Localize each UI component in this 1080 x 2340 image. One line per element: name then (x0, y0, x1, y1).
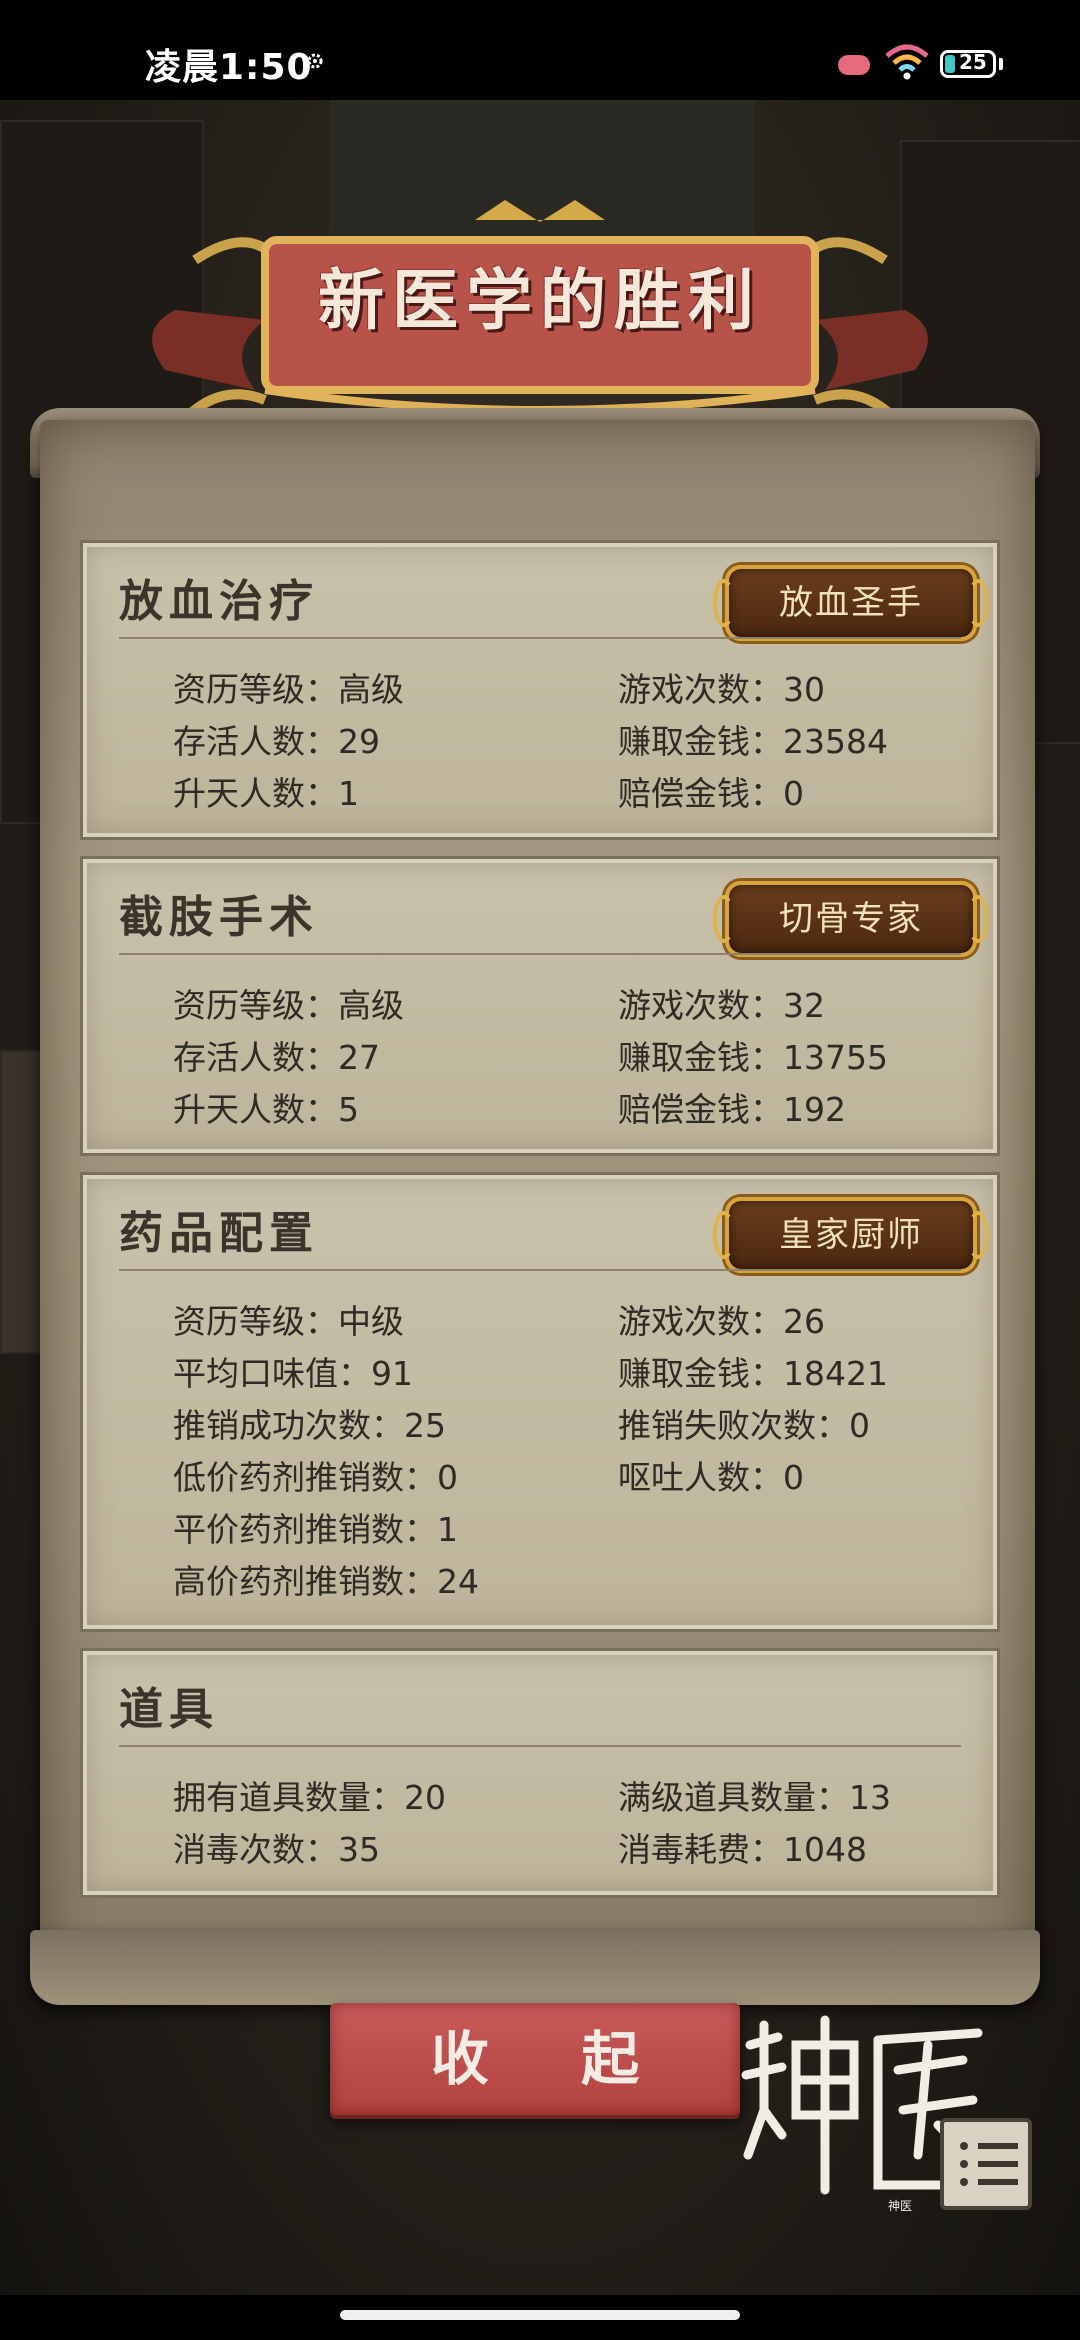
stat-item: 赚取金钱：18421 (618, 1354, 888, 1393)
menu-list-button[interactable] (940, 2118, 1032, 2210)
battery-icon: 25 (940, 50, 996, 78)
stat-item: 升天人数：5 (173, 1090, 359, 1129)
notification-pill-icon (838, 55, 870, 75)
section-title: 道具 (119, 1684, 219, 1735)
stat-item: 呕吐人数：0 (618, 1458, 804, 1497)
title-badge: 放血圣手 (713, 565, 989, 641)
status-bar: 凌晨1:50 25 (0, 0, 1080, 100)
wifi-icon (885, 44, 929, 80)
badge-label: 放血圣手 (779, 583, 923, 623)
divider (119, 637, 961, 639)
stat-item: 平价药剂推销数：1 (173, 1510, 458, 1549)
divider (119, 953, 961, 955)
stat-item: 平均口味值：91 (173, 1354, 413, 1393)
badge-label: 皇家厨师 (779, 1215, 923, 1255)
section-medicine: 药品配置 皇家厨师 资历等级：中级 平均口味值：91 推销成功次数：25 低价药… (80, 1172, 1000, 1632)
section-title: 截肢手术 (119, 892, 319, 943)
collapse-button-label: 收 起 (430, 2025, 676, 2093)
stat-item: 赔偿金钱：192 (618, 1090, 846, 1129)
badge-label: 切骨专家 (779, 899, 923, 939)
stat-item: 资历等级：高级 (173, 986, 404, 1025)
title-badge: 皇家厨师 (713, 1197, 989, 1273)
stat-item: 游戏次数：26 (618, 1302, 825, 1341)
stat-item: 游戏次数：30 (618, 670, 825, 709)
stat-item: 存活人数：27 (173, 1038, 380, 1077)
status-time: 凌晨1:50 (145, 47, 313, 88)
stat-item: 升天人数：1 (173, 774, 359, 813)
stat-item: 推销成功次数：25 (173, 1406, 446, 1445)
svg-text:神医: 神医 (888, 2199, 912, 2213)
stat-item: 低价药剂推销数：0 (173, 1458, 458, 1497)
divider (119, 1745, 961, 1747)
game-screen: 凌晨1:50 25 新医学的胜利 放血治疗 放血圣手 资历等级：高级 存活人数：… (0, 0, 1080, 2340)
stat-item: 存活人数：29 (173, 722, 380, 761)
section-amputation: 截肢手术 切骨专家 资历等级：高级 存活人数：27 升天人数：5 游戏次数：32… (80, 856, 1000, 1156)
stat-item: 推销失败次数：0 (618, 1406, 870, 1445)
battery-level: 25 (959, 50, 987, 74)
settings-gear-icon (307, 53, 323, 69)
title-badge: 切骨专家 (713, 881, 989, 957)
section-title: 药品配置 (119, 1208, 319, 1259)
section-items: 道具 拥有道具数量：20 消毒次数：35 满级道具数量：13 消毒耗费：1048 (80, 1648, 1000, 1898)
stat-item: 赚取金钱：23584 (618, 722, 888, 761)
parchment-bottom-edge (30, 1930, 1040, 2005)
home-indicator[interactable] (340, 2310, 740, 2320)
stat-item: 赚取金钱：13755 (618, 1038, 888, 1077)
stat-item: 资历等级：中级 (173, 1302, 404, 1341)
stat-item: 游戏次数：32 (618, 986, 825, 1025)
page-title: 新医学的胜利 (318, 261, 762, 339)
stat-item: 消毒耗费：1048 (618, 1830, 867, 1869)
divider (119, 1269, 961, 1271)
section-bloodletting: 放血治疗 放血圣手 资历等级：高级 存活人数：29 升天人数：1 游戏次数：30… (80, 540, 1000, 840)
stat-item: 消毒次数：35 (173, 1830, 380, 1869)
stat-item: 满级道具数量：13 (618, 1778, 891, 1817)
section-title: 放血治疗 (119, 576, 319, 627)
stat-item: 拥有道具数量：20 (173, 1778, 446, 1817)
stat-item: 高价药剂推销数：24 (173, 1562, 479, 1601)
collapse-button[interactable]: 收 起 (330, 2003, 740, 2115)
stat-item: 资历等级：高级 (173, 670, 404, 709)
stat-item: 赔偿金钱：0 (618, 774, 804, 813)
